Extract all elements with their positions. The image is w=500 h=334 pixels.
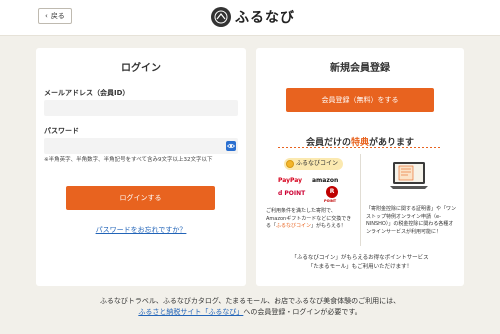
- login-title: ログイン: [121, 63, 161, 74]
- password-hint: ※半角英字、半角数字、半角記号をすべて含み9文字以上32文字以下: [44, 157, 213, 163]
- paypay-logo: PayPay: [278, 177, 303, 184]
- coin-icon: [286, 160, 294, 168]
- certificate-laptop-icon: [390, 162, 428, 189]
- coin-badge: ふるなびコイン: [284, 158, 344, 170]
- back-label: 戻る: [50, 12, 65, 20]
- forgot-password-link[interactable]: パスワードをお忘れですか？: [36, 225, 246, 235]
- email-field[interactable]: [44, 100, 238, 116]
- perk-coin-text: ご利用条件を満たした寄附で、Amazonギフトカードなどに交換できる「ふるなびコ…: [266, 208, 352, 229]
- tamaru-mall-note: 「ふるなびコイン」がもらえるお得なポイントサービス 「たまるモール」もご利用いた…: [291, 255, 429, 270]
- amazon-logo: amazon: [312, 177, 339, 184]
- logo-mark-icon: [211, 7, 231, 27]
- rakuten-point-sub: POINT: [324, 199, 337, 203]
- login-button[interactable]: ログインする: [66, 186, 215, 210]
- furunavi-site-link[interactable]: ふるさと納税サイト「ふるなび」: [138, 308, 243, 316]
- service-note: ふるなびトラベル、ふるなびカタログ、たまるモール、お店でふるなび美食体験のご利用…: [0, 296, 500, 318]
- register-title: 新規会員登録: [330, 63, 390, 74]
- password-field[interactable]: [44, 138, 238, 154]
- email-label: メールアドレス（会員ID）: [44, 89, 130, 97]
- service-note-line2: ふるさと納税サイト「ふるなび」への会員登録・ログインが必要です。: [138, 308, 362, 316]
- back-button[interactable]: ‹ 戻る: [38, 8, 72, 24]
- password-label: パスワード: [44, 127, 79, 135]
- chevron-left-icon: ‹: [45, 12, 48, 20]
- login-card: ログイン メールアドレス（会員ID） パスワード ※半角英字、半角数字、半角記号…: [36, 48, 246, 286]
- logo-text: ふるなび: [235, 10, 295, 26]
- perk-certificate-text: 「寄附金控除に関する証明書」や「ワンストップ特例オンライン申請（e-NINSHO…: [366, 206, 457, 235]
- show-password-icon[interactable]: [226, 141, 236, 151]
- dpoint-logo: d POINT: [278, 190, 306, 197]
- top-bar: ‹ 戻る ふるなび: [0, 0, 500, 36]
- perk-heading-underline: [278, 147, 442, 148]
- register-button[interactable]: 会員登録（無料）をする: [286, 88, 434, 112]
- rakuten-point-logo: R: [326, 186, 338, 198]
- register-card: 新規会員登録 会員登録（無料）をする 会員だけの特典があります ふるなびコイン …: [256, 48, 464, 286]
- service-note-line1: ふるなびトラベル、ふるなびカタログ、たまるモール、お店でふるなび美食体験のご利用…: [99, 297, 401, 305]
- site-logo[interactable]: ふるなび: [211, 6, 295, 28]
- perk-divider: [360, 154, 361, 246]
